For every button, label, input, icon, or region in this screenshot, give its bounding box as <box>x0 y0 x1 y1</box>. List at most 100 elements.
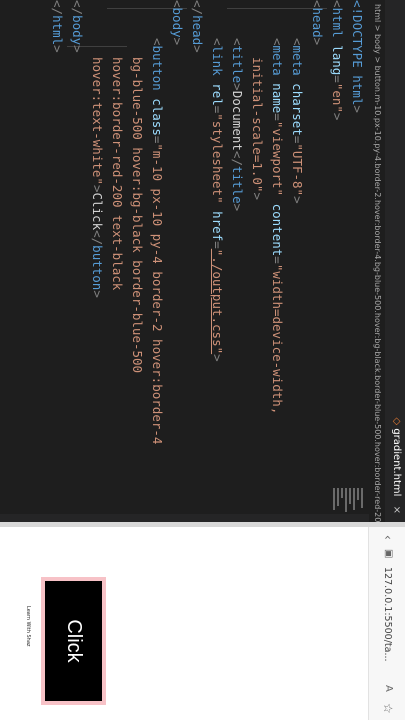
code-token: Click <box>90 192 105 231</box>
code-token: body <box>70 15 85 46</box>
code-token: title <box>230 45 245 84</box>
code-token: </ <box>50 0 65 16</box>
code-token: button <box>150 45 165 91</box>
address-bar[interactable]: 127.0.0.1:5500/ta... <box>377 567 397 679</box>
code-line[interactable]: <head> <box>307 0 327 510</box>
code-line[interactable]: hover:border-red-200 text-black <box>107 0 127 510</box>
code-token: > <box>210 354 225 362</box>
code-line[interactable]: <html lang="en"> <box>327 0 347 510</box>
code-token: bg-blue-500 hover:bg-black border-blue-5… <box>130 57 145 374</box>
code-line[interactable]: <title>Document</title> <box>227 0 247 510</box>
watermark-text: Learn With Shaz <box>25 606 31 647</box>
code-token: > <box>350 105 365 113</box>
code-line[interactable]: initial-scale=1.0"> <box>247 0 267 510</box>
code-token: > <box>330 112 345 121</box>
code-token: meta <box>270 45 285 76</box>
code-line[interactable]: <meta name="viewport" content="width=dev… <box>267 0 287 510</box>
code-token: > <box>230 83 245 91</box>
code-token: </ <box>230 150 245 166</box>
code-token: = <box>330 75 345 83</box>
code-token: html <box>50 15 65 46</box>
code-line[interactable]: <link rel="stylesheet" href="./output.cs… <box>207 0 227 510</box>
code-token: > <box>190 45 205 53</box>
code-token: > <box>310 37 325 46</box>
code-token: href <box>210 211 225 242</box>
code-token: head <box>310 7 325 38</box>
code-token: > <box>230 203 245 212</box>
code-token: charset <box>290 83 305 136</box>
code-editor: ◇ gradient.html × html > body > button.m… <box>0 0 405 522</box>
code-token: < <box>290 38 305 46</box>
code-token: Document <box>230 90 245 151</box>
code-token: "stylesheet" <box>210 113 225 204</box>
code-token: > <box>70 45 85 53</box>
code-line[interactable]: bg-blue-500 hover:bg-black border-blue-5… <box>127 0 147 510</box>
code-token: html <box>330 7 345 38</box>
code-token: < <box>270 38 285 46</box>
code-token: < <box>310 0 325 8</box>
code-token: </ <box>70 0 85 16</box>
code-token: "width=device-width, <box>270 263 285 415</box>
code-line[interactable]: <meta charset="UTF-8"> <box>287 0 307 510</box>
code-token: > <box>290 196 305 204</box>
code-token: hover:text-white" <box>90 57 105 185</box>
code-token: < <box>330 0 345 8</box>
code-token: link <box>210 45 225 76</box>
read-aloud-icon[interactable]: A <box>383 685 394 692</box>
code-token: </ <box>90 230 105 246</box>
click-button[interactable]: Click <box>41 577 106 705</box>
code-token: <!DOCTYPE <box>350 0 365 76</box>
code-token: "en" <box>330 82 345 113</box>
code-token: button <box>90 245 105 291</box>
close-tab-icon[interactable]: × <box>391 506 402 514</box>
code-line[interactable]: <button class="m-10 px-10 py-4 border-2 … <box>147 0 167 510</box>
code-token: content <box>270 203 285 257</box>
html-file-icon: ◇ <box>391 417 402 426</box>
code-line[interactable]: hover:text-white">Click</button> <box>87 0 107 510</box>
code-token: title <box>230 165 245 204</box>
editor-tab[interactable]: ◇ gradient.html × <box>391 417 402 514</box>
code-token: < <box>150 38 165 46</box>
code-token: "UTF-8" <box>290 143 305 197</box>
code-token: lang <box>330 45 345 76</box>
code-token: name <box>270 83 285 114</box>
code-token: meta <box>290 45 305 76</box>
code-token: "./output.css" <box>210 248 225 355</box>
breadcrumb[interactable]: html > body > button.m-10.px-10.py-4.bor… <box>369 0 385 522</box>
code-token: rel <box>210 83 225 106</box>
code-token: hover:border-red-200 text-black <box>110 57 125 291</box>
code-area[interactable]: <!DOCTYPE html> <html lang="en"> <head> <me… <box>47 0 367 510</box>
code-line[interactable]: </body> <box>67 0 87 510</box>
code-token: > <box>170 37 185 46</box>
code-token: > <box>250 192 265 200</box>
editor-tab-title: gradient.html <box>391 428 402 497</box>
browser-toolbar: ‹ ▣ 127.0.0.1:5500/ta... A ☆ <box>368 527 405 720</box>
minimap[interactable] <box>305 488 365 512</box>
back-icon[interactable]: ‹ <box>381 535 395 540</box>
code-token: = <box>270 256 285 264</box>
code-token: = <box>270 113 285 121</box>
code-token: > <box>90 290 105 298</box>
code-line[interactable]: </html> <box>47 0 67 510</box>
code-token: < <box>170 0 185 8</box>
editor-tab-strip: ◇ gradient.html × <box>384 0 405 522</box>
code-token: </ <box>190 0 205 16</box>
page-content: Click Learn With Shaz <box>0 527 368 720</box>
code-token: html <box>350 75 365 106</box>
code-line[interactable]: <body> <box>167 0 187 510</box>
code-token: head <box>190 15 205 46</box>
code-token: "viewport" <box>270 120 285 197</box>
favorite-icon[interactable]: ☆ <box>381 703 395 714</box>
browser-pane: ‹ ▣ 127.0.0.1:5500/ta... A ☆ Click Learn… <box>0 527 405 720</box>
code-token: class <box>150 98 165 136</box>
code-token: = <box>210 241 225 249</box>
code-token: "m-10 px-10 py-4 border-2 hover:border-4 <box>150 143 165 445</box>
code-token: < <box>210 38 225 46</box>
code-line[interactable]: <!DOCTYPE html> <box>347 0 367 510</box>
editor-scrollbar[interactable] <box>0 514 369 522</box>
code-token: initial-scale=1.0" <box>250 57 265 193</box>
code-token: body <box>170 7 185 38</box>
code-line[interactable]: </head> <box>187 0 207 510</box>
